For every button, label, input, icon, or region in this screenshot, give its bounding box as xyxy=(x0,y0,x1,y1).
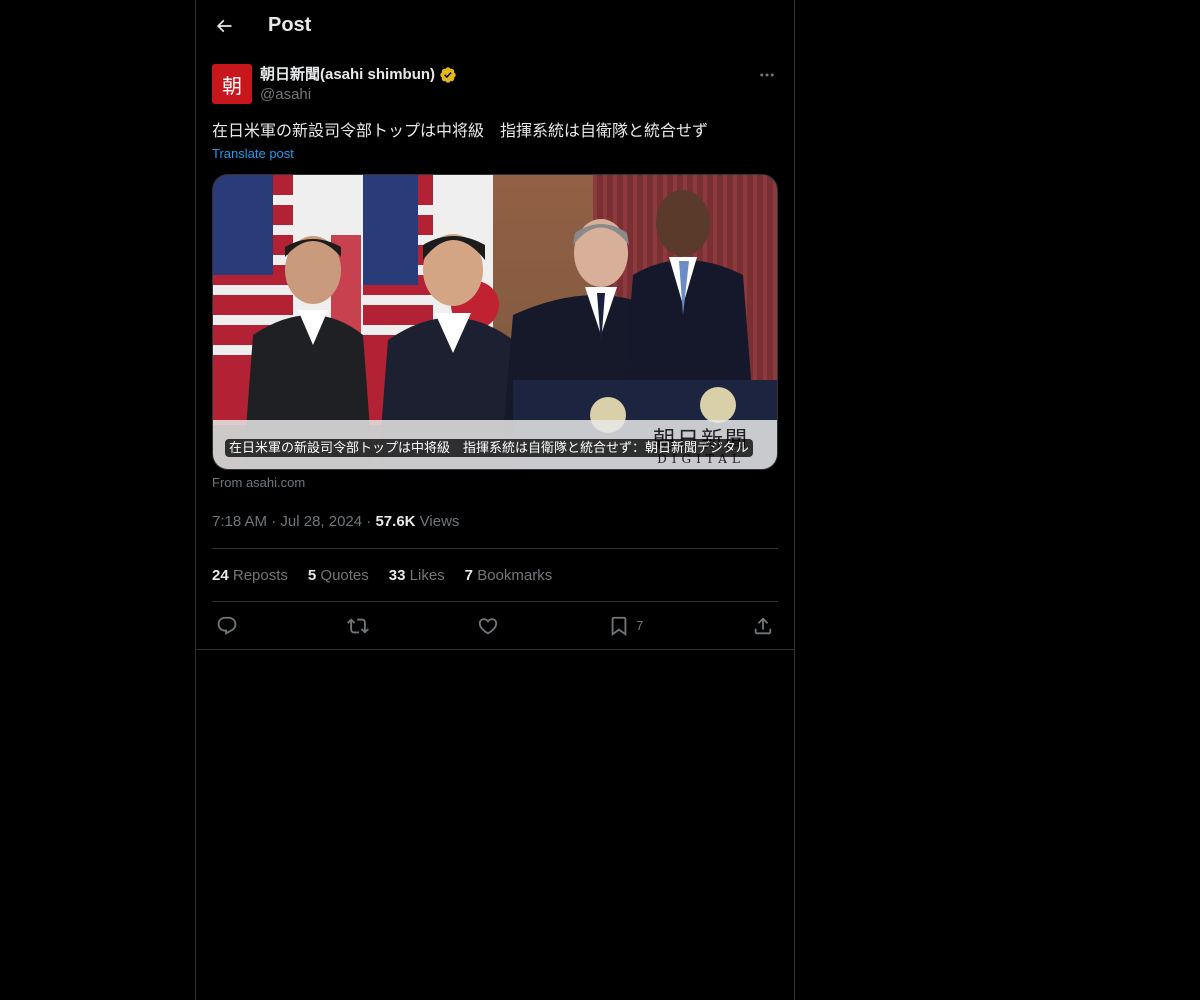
post-detail: 朝 朝日新聞(asahi shimbun) @asahi 在日米軍の新設司令部ト… xyxy=(196,64,794,650)
reposts-stat[interactable]: 24 Reposts xyxy=(212,567,288,584)
reposts-label: Reposts xyxy=(232,566,288,584)
page-title: Post xyxy=(268,14,312,36)
like-button[interactable] xyxy=(477,615,499,637)
views-label: Views xyxy=(419,513,460,530)
avatar-char: 朝 xyxy=(222,73,242,98)
post-bottom-divider xyxy=(196,649,794,650)
back-button[interactable] xyxy=(207,9,241,43)
heart-icon xyxy=(479,617,498,634)
likes-label: Likes xyxy=(409,566,445,584)
link-card-title: 在日米軍の新設司令部トップは中将級 指揮系統は自衛隊と統合せず：朝日新聞デジタル xyxy=(225,439,753,457)
user-handle[interactable]: @asahi xyxy=(260,85,457,105)
quotes-label: Quotes xyxy=(320,566,369,584)
quotes-stat[interactable]: 5 Quotes xyxy=(308,567,369,584)
bookmarks-stat[interactable]: 7 Bookmarks xyxy=(465,567,553,584)
views-count: 57.6K xyxy=(375,513,416,530)
likes-count: 33 xyxy=(388,566,406,584)
post-author-row: 朝 朝日新聞(asahi shimbun) @asahi xyxy=(212,64,778,116)
bookmarks-count: 7 xyxy=(464,566,474,584)
post-meta: 7:18 AM · Jul 28, 2024 · 57.6K Views xyxy=(212,512,778,549)
bookmark-count: 7 xyxy=(636,618,644,633)
post-text: 在日米軍の新設司令部トップは中将級 指揮系統は自衛隊と統合せず xyxy=(212,123,709,140)
bookmark-icon xyxy=(611,616,627,636)
arrow-left-icon xyxy=(216,19,232,33)
share-button[interactable] xyxy=(752,615,774,637)
more-button[interactable] xyxy=(756,64,778,86)
link-source[interactable]: From asahi.com xyxy=(212,475,305,490)
repost-button[interactable] xyxy=(346,615,369,637)
bookmark-button[interactable]: 7 xyxy=(608,615,643,637)
likes-stat[interactable]: 33 Likes xyxy=(389,567,445,584)
translate-post-link[interactable]: Translate post xyxy=(212,146,294,161)
reply-icon xyxy=(217,616,237,635)
share-icon xyxy=(754,616,772,634)
press-conference-photo: 朝日新聞 DIGITAL xyxy=(213,175,777,469)
repost-icon xyxy=(346,618,369,633)
more-icon xyxy=(760,73,774,77)
author-info: 朝日新聞(asahi shimbun) @asahi xyxy=(260,65,457,116)
display-name[interactable]: 朝日新聞(asahi shimbun) xyxy=(260,65,435,85)
link-card-image[interactable]: 朝日新聞 DIGITAL 在日米軍の新設司令部トップは中将級 指揮系統は自衛隊と… xyxy=(212,174,778,470)
reply-button[interactable] xyxy=(216,615,238,637)
action-bar: 7 xyxy=(212,602,778,649)
display-name-line: 朝日新聞(asahi shimbun) xyxy=(260,65,457,85)
bookmarks-label: Bookmarks xyxy=(477,566,553,584)
post-date[interactable]: Jul 28, 2024 xyxy=(280,513,362,530)
verified-badge-icon[interactable] xyxy=(439,66,457,84)
reposts-count: 24 xyxy=(212,566,229,584)
quotes-count: 5 xyxy=(307,566,317,584)
page-header: Post xyxy=(196,0,794,53)
post-time[interactable]: 7:18 AM xyxy=(212,513,267,530)
main-column: Post 朝 朝日新聞(asahi shimbun) @asahi 在日米軍の新… xyxy=(195,0,795,1000)
avatar[interactable]: 朝 xyxy=(212,64,252,104)
post-stats: 24 Reposts 5 Quotes 33 Likes 7 Bookmarks xyxy=(212,549,778,602)
meta-separator: · xyxy=(271,513,281,530)
